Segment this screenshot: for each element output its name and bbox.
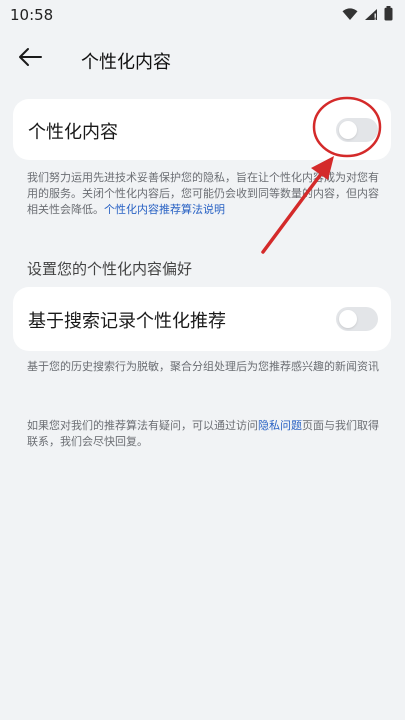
settings-screen: 10:58 个性化内容 个性化内容 我们努力运用先进技术妥善保护您的隐私，旨在让… <box>0 0 405 720</box>
toggle-knob <box>339 310 357 328</box>
status-time: 10:58 <box>10 6 54 24</box>
back-button[interactable] <box>14 44 46 74</box>
battery-icon <box>384 5 393 25</box>
search-recommendation-description: 基于您的历史搜索行为脱敏，聚合分组处理后为您推荐感兴趣的新闻资讯 <box>27 360 379 373</box>
wifi-icon <box>342 6 358 25</box>
header: 个性化内容 <box>0 36 405 82</box>
personalized-content-description: 我们努力运用先进技术妥善保护您的隐私，旨在让个性化内容成为对您有用的服务。关闭个… <box>27 170 381 218</box>
search-recommendation-label: 基于搜索记录个性化推荐 <box>28 311 226 332</box>
search-recommendation-card: 基于搜索记录个性化推荐 <box>13 287 391 351</box>
personalized-content-toggle[interactable] <box>336 118 378 142</box>
status-bar: 10:58 <box>0 0 405 30</box>
privacy-issue-link[interactable]: 隐私问题 <box>258 419 302 432</box>
search-recommendation-toggle[interactable] <box>336 307 378 331</box>
page-title: 个性化内容 <box>81 52 171 73</box>
arrow-left-icon <box>17 47 43 71</box>
algorithm-explanation-link[interactable]: 个性化内容推荐算法说明 <box>104 203 225 216</box>
personalized-content-label: 个性化内容 <box>28 122 118 143</box>
preferences-section-title: 设置您的个性化内容偏好 <box>27 260 193 278</box>
status-icons <box>342 5 393 25</box>
personalized-content-card: 个性化内容 <box>13 99 391 160</box>
signal-icon <box>364 6 378 25</box>
contact-prefix: 如果您对我们的推荐算法有疑问，可以通过访问 <box>27 419 258 432</box>
toggle-knob <box>339 121 357 139</box>
contact-description: 如果您对我们的推荐算法有疑问，可以通过访问隐私问题页面与我们取得联系，我们会尽快… <box>27 418 381 450</box>
